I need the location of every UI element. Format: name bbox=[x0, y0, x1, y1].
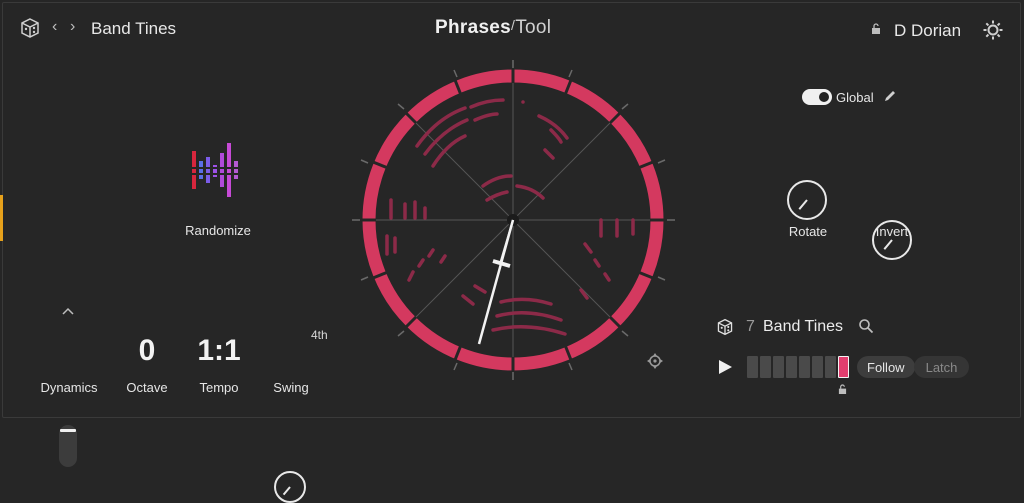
chevron-up-icon[interactable] bbox=[62, 304, 74, 318]
dynamics-label: Dynamics bbox=[40, 380, 98, 395]
dice-icon[interactable] bbox=[18, 16, 42, 40]
sequence-step[interactable] bbox=[812, 356, 823, 378]
invert-label: Invert bbox=[875, 224, 909, 239]
sequence-step[interactable] bbox=[773, 356, 784, 378]
tempo-label: Tempo bbox=[199, 380, 239, 395]
randomize-button[interactable] bbox=[190, 143, 248, 202]
rotate-knob-indicator bbox=[798, 199, 808, 210]
sequence-step[interactable] bbox=[760, 356, 771, 378]
chevron-left-icon[interactable]: ‹ bbox=[52, 18, 57, 36]
step-lock-icon[interactable] bbox=[838, 382, 847, 400]
window-edge-accent bbox=[0, 195, 3, 241]
sequence-step[interactable] bbox=[786, 356, 797, 378]
dynamics-fader[interactable] bbox=[59, 425, 77, 467]
swing-knob-indicator bbox=[282, 486, 291, 496]
global-toggle[interactable] bbox=[802, 89, 832, 105]
latch-button[interactable]: Latch bbox=[914, 356, 969, 378]
playhead-marker bbox=[492, 259, 511, 268]
brand-logo-primary: Phrases bbox=[435, 17, 512, 38]
gear-icon[interactable] bbox=[982, 19, 1004, 46]
randomize-bars-icon bbox=[190, 143, 248, 197]
invert-knob-indicator bbox=[883, 239, 893, 250]
step-sequencer[interactable] bbox=[747, 356, 849, 378]
search-icon[interactable] bbox=[858, 318, 874, 339]
sequence-step[interactable] bbox=[747, 356, 758, 378]
brand-logo-secondary: Tool bbox=[515, 17, 552, 38]
pencil-icon[interactable] bbox=[883, 89, 897, 108]
lock-icon[interactable] bbox=[871, 22, 881, 40]
rotate-label: Rotate bbox=[788, 224, 828, 239]
phrase-wheel[interactable] bbox=[347, 58, 681, 383]
follow-button[interactable]: Follow bbox=[857, 356, 915, 378]
randomize-label: Randomize bbox=[185, 223, 251, 238]
chevron-right-icon[interactable]: › bbox=[70, 18, 75, 36]
rotate-knob[interactable] bbox=[787, 180, 827, 220]
sequence-name[interactable]: Band Tines bbox=[763, 318, 843, 336]
sequence-dice-icon[interactable] bbox=[716, 318, 734, 341]
brand-logo: Phrases/Tool bbox=[435, 17, 552, 38]
sequence-step[interactable] bbox=[838, 356, 849, 378]
recenter-icon[interactable] bbox=[646, 352, 664, 375]
play-icon[interactable] bbox=[717, 359, 733, 380]
octave-label: Octave bbox=[126, 380, 168, 395]
dynamics-fader-handle[interactable] bbox=[60, 429, 76, 432]
scale-selector[interactable]: D Dorian bbox=[894, 21, 961, 41]
sequence-step[interactable] bbox=[799, 356, 810, 378]
tempo-value[interactable]: 1:1 bbox=[184, 334, 254, 368]
sequence-step[interactable] bbox=[825, 356, 836, 378]
swing-knob[interactable] bbox=[274, 471, 306, 503]
swing-label: Swing bbox=[273, 380, 309, 395]
sequence-index: 7 bbox=[746, 318, 755, 335]
global-toggle-knob bbox=[819, 92, 829, 102]
global-label: Global bbox=[836, 90, 874, 105]
preset-name[interactable]: Band Tines bbox=[91, 19, 176, 39]
swing-division-badge[interactable]: 4th bbox=[311, 328, 328, 342]
octave-value[interactable]: 0 bbox=[117, 334, 177, 368]
